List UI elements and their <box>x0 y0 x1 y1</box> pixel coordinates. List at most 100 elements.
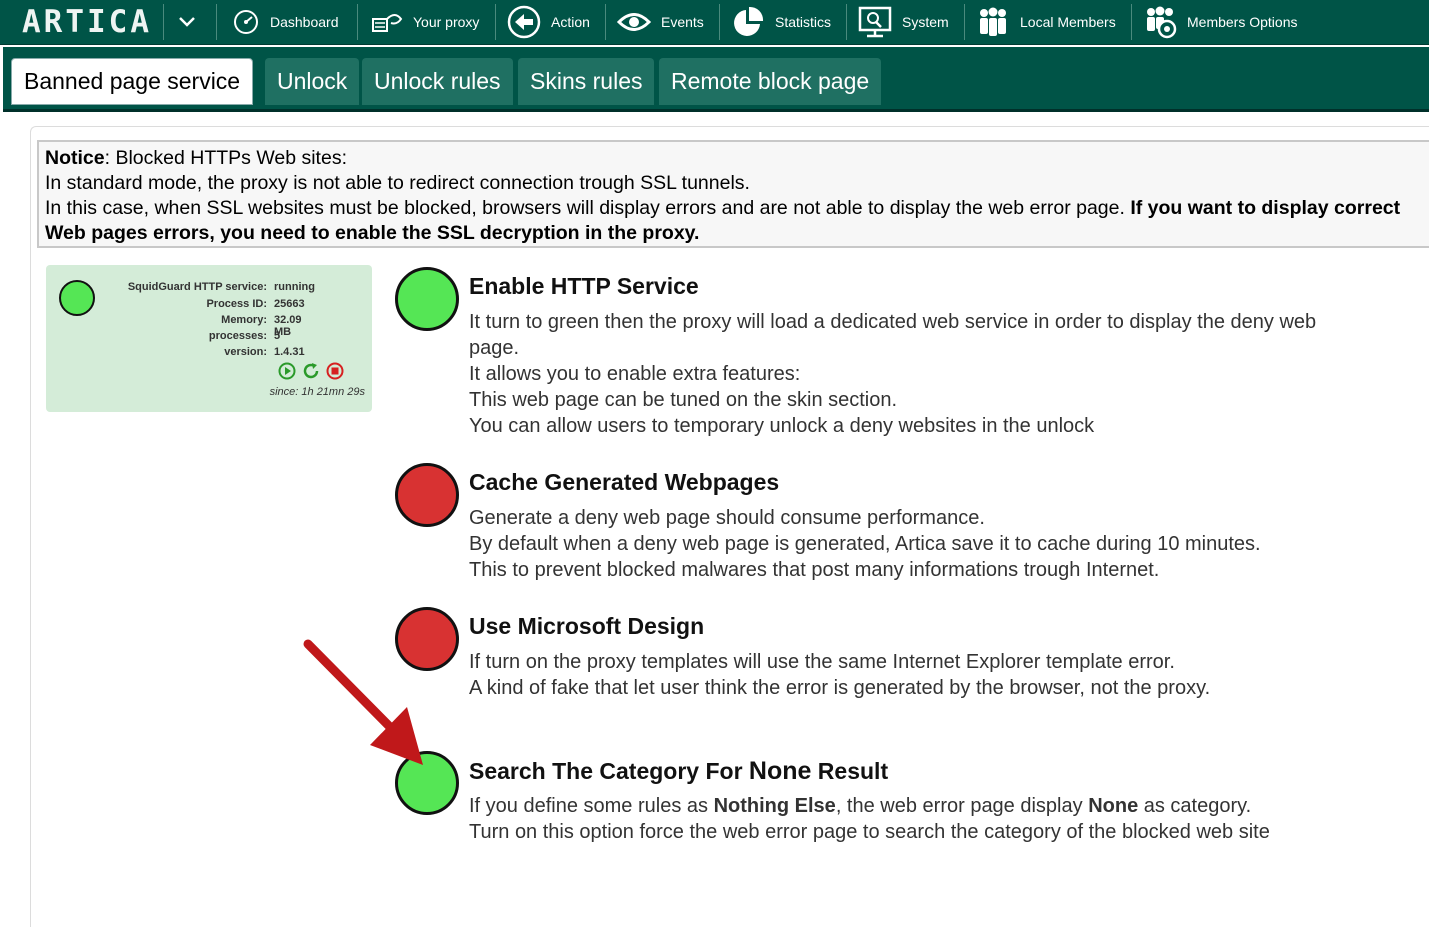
nav-action[interactable]: Action <box>507 0 590 44</box>
feature-description: Generate a deny web page should consume … <box>469 505 1419 583</box>
title-part: Result <box>811 758 889 784</box>
status-value: 5 <box>274 330 281 342</box>
description-line: By default when a deny web page is gener… <box>469 533 1261 555</box>
description-line: Generate a deny web page should consume … <box>469 507 985 529</box>
nav-dashboard[interactable]: Dashboard <box>232 0 339 44</box>
status-row: Memory: 32.09 MB <box>46 314 301 338</box>
feature-title: Search The Category For None Result <box>469 757 888 786</box>
nav-local-members[interactable]: Local Members <box>976 0 1116 44</box>
tab-remote-block-page[interactable]: Remote block page <box>659 58 882 105</box>
notice-label: Notice <box>45 147 105 169</box>
description-line: It turn to green then the proxy will loa… <box>469 311 1317 333</box>
nav-your-proxy-label: Your proxy <box>413 14 480 30</box>
status-key: version: <box>224 346 267 358</box>
nav-divider <box>163 4 164 40</box>
status-row: Process ID: 25663 <box>46 298 304 312</box>
top-navigation-bar: ARTICA Dashboard Your proxy Action Event… <box>0 0 1429 45</box>
title-part: Search The Category For <box>469 758 749 784</box>
nav-divider <box>846 4 847 40</box>
nav-members-options-label: Members Options <box>1187 14 1298 30</box>
notice-line-2: In standard mode, the proxy is not able … <box>45 172 750 194</box>
toggle-enable-http-service[interactable] <box>395 267 459 331</box>
description-bold: Nothing Else <box>713 795 836 817</box>
tab-strip: Banned page service Unlock Unlock rules … <box>3 47 1429 112</box>
feature-description: If turn on the proxy templates will use … <box>469 649 1419 701</box>
pie-chart-icon <box>734 6 764 36</box>
toggle-cache-generated-webpages[interactable] <box>395 463 459 527</box>
status-row: SquidGuard HTTP service: running <box>46 281 315 295</box>
eye-icon <box>617 13 651 31</box>
status-key: Memory: <box>221 314 267 326</box>
nav-action-label: Action <box>551 14 590 30</box>
status-row: version: 1.4.31 <box>46 346 304 360</box>
nav-divider <box>216 4 217 40</box>
description-line: This to prevent blocked malwares that po… <box>469 559 1160 581</box>
status-value: running <box>274 281 315 293</box>
description-line: If you define some rules as Nothing Else… <box>469 793 1419 819</box>
notice-line-3-bold: If you want to display correct <box>1130 197 1401 219</box>
description-line: page. <box>469 337 520 359</box>
description-text: If you define some rules as <box>469 795 714 817</box>
chevron-down-icon <box>179 17 195 27</box>
nav-members-options[interactable]: Members Options <box>1143 0 1297 44</box>
nav-divider <box>964 4 965 40</box>
nav-expand-button[interactable] <box>170 0 204 44</box>
status-value: 1.4.31 <box>274 346 305 358</box>
tab-unlock-rules[interactable]: Unlock rules <box>362 58 513 105</box>
nav-divider <box>495 4 496 40</box>
tab-unlock[interactable]: Unlock <box>265 58 360 105</box>
service-uptime: since: 1h 21mn 29s <box>269 386 365 398</box>
nav-statistics-label: Statistics <box>775 14 832 30</box>
proxy-icon <box>372 14 403 32</box>
status-key: SquidGuard HTTP service: <box>127 281 267 293</box>
status-key: processes: <box>208 330 267 342</box>
nav-divider <box>357 4 358 40</box>
stop-service-icon[interactable] <box>326 362 344 380</box>
nav-divider <box>605 4 606 40</box>
toggle-use-microsoft-design[interactable] <box>395 607 459 671</box>
description-line: It allows you to enable extra features: <box>469 363 801 385</box>
start-service-icon[interactable] <box>278 362 296 380</box>
feature-title: Cache Generated Webpages <box>469 469 780 495</box>
members-icon <box>980 7 1006 36</box>
feature-description: It turn to green then the proxy will loa… <box>469 309 1419 439</box>
description-line: A kind of fake that let user think the e… <box>469 677 1211 699</box>
members-options-icon <box>1147 6 1177 39</box>
description-text: , the web error page display <box>835 795 1089 817</box>
description-line: You can allow users to temporary unlock … <box>469 415 1095 437</box>
restart-service-icon[interactable] <box>302 362 320 380</box>
nav-dashboard-label: Dashboard <box>270 14 339 30</box>
feature-description: If you define some rules as Nothing Else… <box>469 793 1419 845</box>
monitor-icon <box>858 6 892 38</box>
description-line: This web page can be tuned on the skin s… <box>469 389 898 411</box>
action-icon <box>507 5 541 39</box>
status-value: 25663 <box>274 298 305 310</box>
tab-banned-page-service[interactable]: Banned page service <box>11 58 254 105</box>
feature-title: Use Microsoft Design <box>469 613 705 639</box>
description-bold: None <box>1088 795 1139 817</box>
nav-divider <box>1131 4 1132 40</box>
notice-box: Notice: Blocked HTTPs Web sites: In stan… <box>37 140 1429 248</box>
description-line: If turn on the proxy templates will use … <box>469 651 1175 673</box>
tab-skins-rules[interactable]: Skins rules <box>518 58 655 105</box>
nav-system[interactable]: System <box>858 0 949 44</box>
nav-statistics[interactable]: Statistics <box>731 0 831 44</box>
notice-line-3: In this case, when SSL websites must be … <box>45 197 1131 219</box>
nav-events-label: Events <box>661 14 704 30</box>
description-line: Turn on this option force the web error … <box>469 821 1270 843</box>
notice-line-1: : Blocked HTTPs Web sites: <box>104 147 347 169</box>
nav-your-proxy[interactable]: Your proxy <box>371 0 479 44</box>
nav-divider <box>719 4 720 40</box>
nav-events[interactable]: Events <box>617 0 704 44</box>
status-row: processes: 5 <box>46 330 280 344</box>
toggle-search-category-none-result[interactable] <box>395 751 459 815</box>
status-key: Process ID: <box>206 298 267 310</box>
feature-title: Enable HTTP Service <box>469 273 699 299</box>
artica-logo[interactable]: ARTICA <box>22 6 152 38</box>
title-part-emphasis: None <box>748 757 812 785</box>
nav-local-members-label: Local Members <box>1020 14 1116 30</box>
nav-system-label: System <box>902 14 949 30</box>
description-text: as category. <box>1138 795 1252 817</box>
dashboard-icon <box>234 10 258 34</box>
notice-line-4-bold: Web pages errors, you need to enable the… <box>45 222 700 244</box>
